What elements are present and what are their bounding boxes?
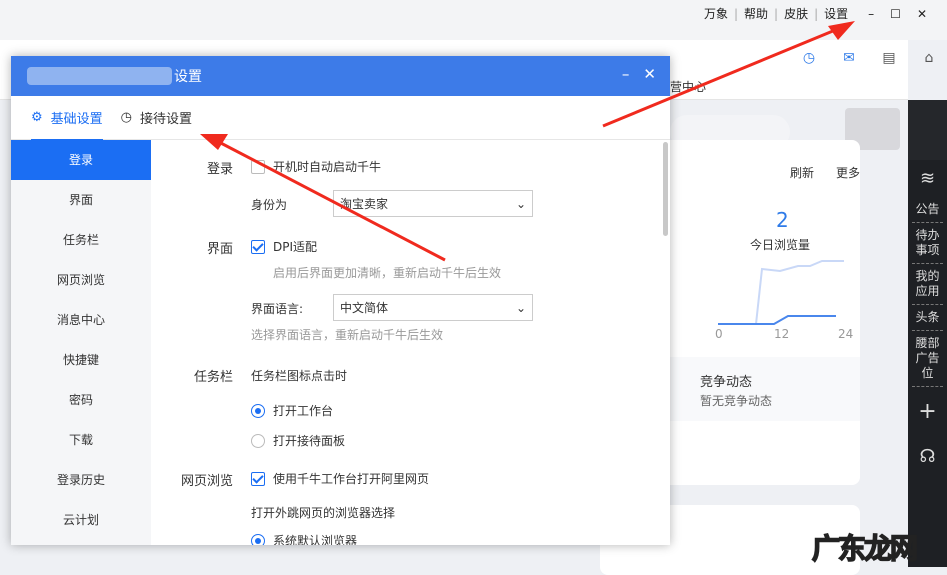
annotation-arrow-tab	[214, 138, 446, 262]
arrowhead	[828, 21, 855, 40]
annotation-arrow-settings	[602, 24, 846, 128]
annotation-arrows	[200, 21, 855, 262]
watermark-logo: 广东龙网	[811, 531, 919, 566]
arrowhead	[200, 134, 228, 150]
